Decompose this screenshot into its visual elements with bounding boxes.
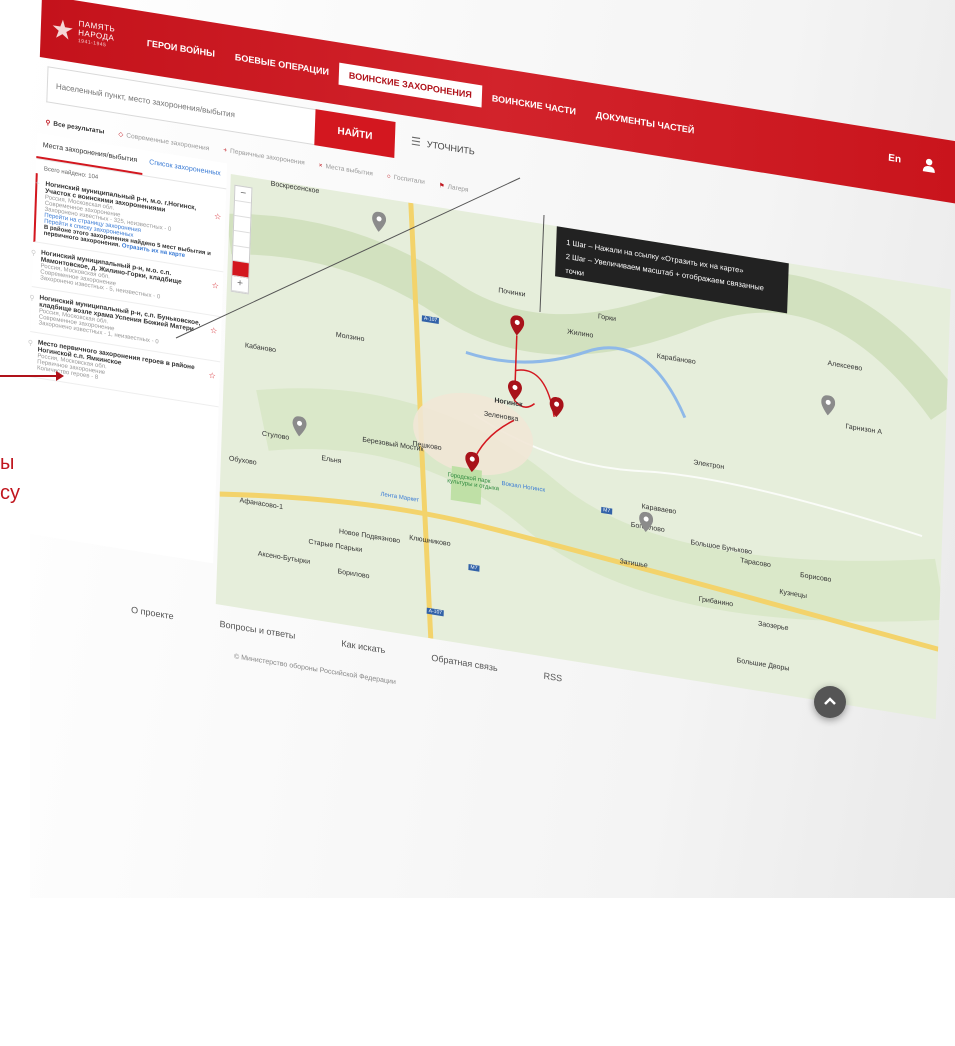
star-icon: ★ xyxy=(50,12,75,47)
flag-icon: ⚑ xyxy=(438,182,445,191)
browser-page: ★ ПАМЯТЬ НАРОДА 1941-1945 ГЕРОИ ВОЙНЫ БО… xyxy=(11,0,955,1046)
diamond-icon: ◇ xyxy=(118,130,124,139)
zoom-out-button[interactable]: + xyxy=(231,275,249,294)
user-icon[interactable] xyxy=(921,156,938,175)
filter-label: Лагеря xyxy=(447,183,469,194)
filter-all[interactable]: ⚲ Все результаты xyxy=(45,118,104,135)
filter-label: Места выбытия xyxy=(325,163,373,178)
map-marker-red[interactable] xyxy=(507,379,523,401)
map-marker-red[interactable] xyxy=(465,451,480,473)
results-panel: Места захоронения/выбытия Список захорон… xyxy=(23,133,228,564)
filter-camps[interactable]: ⚑ Лагеря xyxy=(439,181,469,194)
language-switch[interactable]: En xyxy=(888,153,901,166)
cross-icon: + xyxy=(223,146,228,155)
copyright: © Министерство обороны Российской Федера… xyxy=(233,653,396,687)
map-marker-grey[interactable] xyxy=(372,211,387,233)
star-icon[interactable]: ☆ xyxy=(210,326,217,336)
refine-button[interactable]: ☰ УТОЧНИТЬ xyxy=(411,135,475,158)
filter-hospitals[interactable]: ○ Госпитали xyxy=(387,173,425,187)
pin-icon: ⚲ xyxy=(30,249,37,258)
filter-label: Первичные захоронения xyxy=(229,147,305,167)
filter-departure[interactable]: × Места выбытия xyxy=(319,162,373,179)
cross-icon: + xyxy=(35,180,40,188)
refine-label: УТОЧНИТЬ xyxy=(426,138,476,157)
logo-text: ПАМЯТЬ НАРОДА 1941-1945 xyxy=(78,18,116,51)
footer-feedback-link[interactable]: Обратная связь xyxy=(431,653,498,674)
chevron-up-icon xyxy=(824,697,836,705)
circle-icon: ○ xyxy=(386,172,391,181)
annotation-line-1: ы xyxy=(0,452,15,474)
map-zoom-control: − + xyxy=(230,184,253,295)
nav-units[interactable]: ВОИНСКИЕ ЧАСТИ xyxy=(481,86,586,125)
map-marker-grey[interactable] xyxy=(821,394,836,416)
nav-operations[interactable]: БОЕВЫЕ ОПЕРАЦИИ xyxy=(225,44,340,84)
sliders-icon: ☰ xyxy=(410,135,422,150)
footer-faq-link[interactable]: Вопросы и ответы xyxy=(219,619,295,641)
filter-label: Госпитали xyxy=(393,173,425,186)
footer-rss-link[interactable]: RSS xyxy=(543,671,562,684)
map-marker-grey[interactable] xyxy=(639,511,654,533)
map-marker-red[interactable] xyxy=(510,314,525,336)
map-marker-red[interactable] xyxy=(549,396,564,418)
pin-icon: ⚲ xyxy=(27,339,34,348)
footer-how-to-search-link[interactable]: Как искать xyxy=(341,638,385,655)
site-logo[interactable]: ★ ПАМЯТЬ НАРОДА 1941-1945 xyxy=(50,12,116,51)
nav-heroes[interactable]: ГЕРОИ ВОЙНЫ xyxy=(137,30,226,66)
pin-icon: ⚲ xyxy=(45,119,51,128)
star-icon[interactable]: ☆ xyxy=(214,212,221,222)
annotation-line-2: су xyxy=(0,482,20,504)
scroll-to-top-button[interactable] xyxy=(814,686,846,718)
star-icon[interactable]: ☆ xyxy=(212,281,219,291)
search-button[interactable]: НАЙТИ xyxy=(314,109,396,158)
footer-about-link[interactable]: О проекте xyxy=(131,605,174,622)
filter-label: Все результаты xyxy=(53,120,105,136)
map-marker-grey[interactable] xyxy=(292,415,307,437)
nav-unit-documents[interactable]: ДОКУМЕНТЫ ЧАСТЕЙ xyxy=(586,102,705,143)
nav-burials[interactable]: ВОИНСКИЕ ЗАХОРОНЕНИЯ xyxy=(338,62,483,108)
cropped-annotation-text: ы су xyxy=(0,448,20,508)
star-icon[interactable]: ☆ xyxy=(208,371,215,381)
x-icon: × xyxy=(318,161,323,170)
pin-icon: ⚲ xyxy=(29,294,35,303)
